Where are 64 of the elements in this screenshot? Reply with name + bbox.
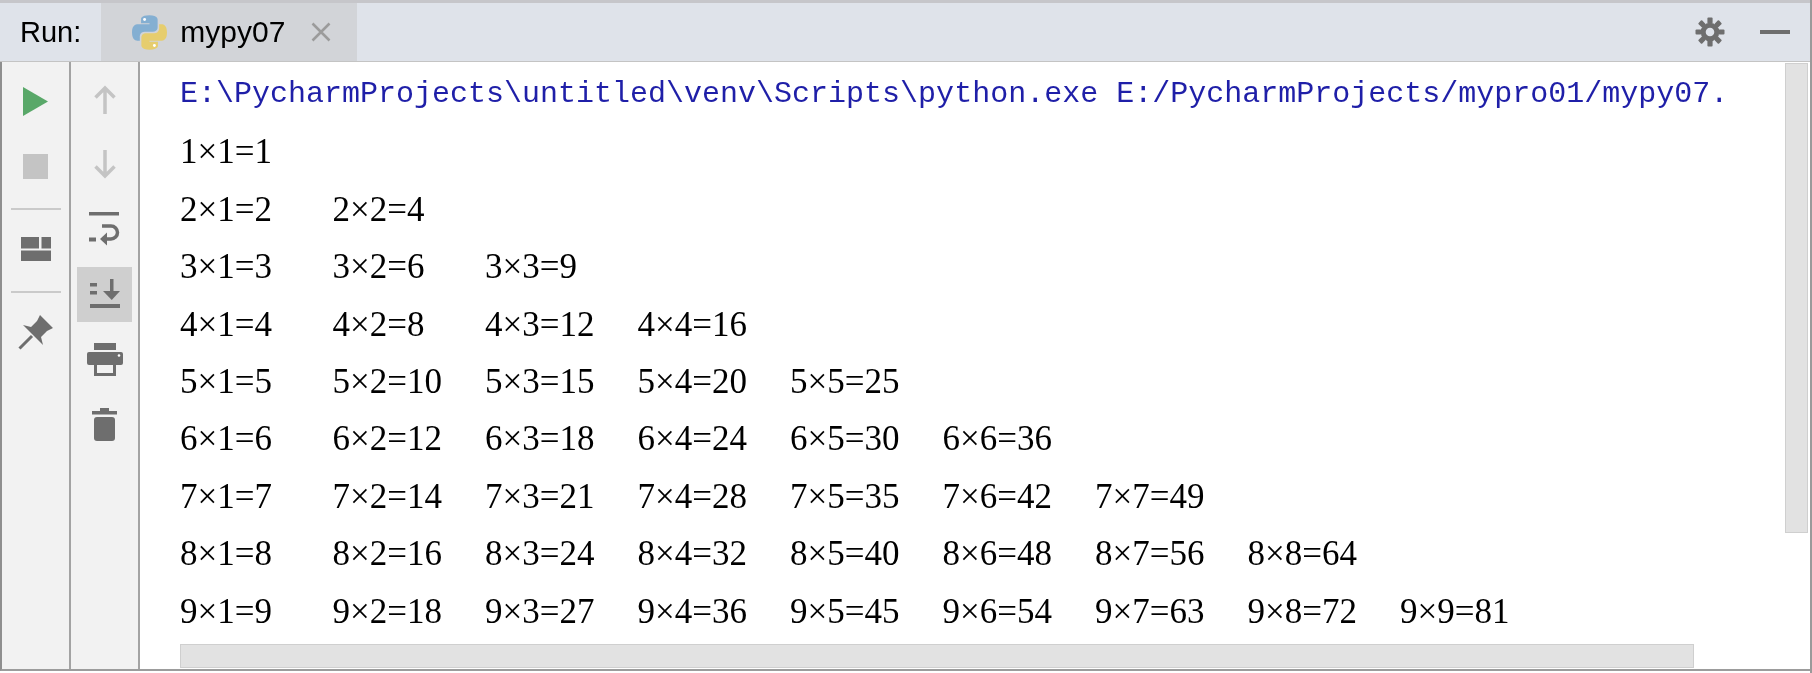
output-text: 5×3=15 xyxy=(485,360,595,403)
output-text: 6×6=36 xyxy=(942,418,1052,461)
output-text: 8×2=16 xyxy=(332,533,442,576)
horizontal-scrollbar[interactable] xyxy=(180,644,1694,668)
output-text: 4×1=4 xyxy=(180,303,272,346)
output-text: 5×1=5 xyxy=(180,360,272,403)
output-text: 9×6=54 xyxy=(942,590,1052,633)
output-text: 6×4=24 xyxy=(637,418,747,461)
output-text: 9×8=72 xyxy=(1247,590,1357,633)
output-text: 8×5=40 xyxy=(790,533,900,576)
output-text: 9×4=36 xyxy=(637,590,747,633)
output-text: 5×5=25 xyxy=(790,360,900,403)
output-text: 7×4=28 xyxy=(637,475,747,518)
vertical-scrollbar[interactable] xyxy=(1785,63,1808,533)
layout-icon xyxy=(20,237,51,261)
output-text: 9×1=9 xyxy=(180,590,272,633)
output-text: 3×2=6 xyxy=(332,246,425,289)
panel-title: Run: xyxy=(20,15,82,49)
output-text: 5×2=10 xyxy=(332,360,442,403)
printer-icon xyxy=(86,342,123,376)
output-text: 9×9=81 xyxy=(1400,590,1510,633)
settings-icon[interactable] xyxy=(1695,17,1725,47)
output-text: 6×5=30 xyxy=(790,418,900,461)
output-text: 5×4=20 xyxy=(637,360,747,403)
output-text: 6×3=18 xyxy=(485,418,595,461)
output-text: 1×1=1 xyxy=(180,131,272,174)
scroll-to-end-button[interactable] xyxy=(77,266,132,322)
output-text: 8×4=32 xyxy=(637,533,747,576)
output-text: 7×6=42 xyxy=(942,475,1052,518)
scroll-to-end-icon xyxy=(89,279,120,309)
down-arrow-icon xyxy=(92,149,117,179)
output-text: 8×6=48 xyxy=(942,533,1052,576)
wrap-icon xyxy=(89,211,120,247)
output-text: 8×7=56 xyxy=(1095,533,1205,576)
python-icon xyxy=(132,14,168,50)
output-text: 8×8=64 xyxy=(1247,533,1357,576)
output-text: 7×2=14 xyxy=(332,475,442,518)
output-text: 2×2=4 xyxy=(332,188,425,231)
output-text: 9×7=63 xyxy=(1095,590,1205,633)
output-text: 4×2=8 xyxy=(332,303,425,346)
output-text: 3×3=9 xyxy=(485,246,577,289)
up-arrow-icon xyxy=(92,84,117,114)
output-text: 8×1=8 xyxy=(180,533,272,576)
pin-icon xyxy=(18,314,53,350)
output-text: 4×3=12 xyxy=(485,303,595,346)
output-text: 9×2=18 xyxy=(332,590,442,633)
close-icon[interactable] xyxy=(311,22,332,42)
run-tab[interactable]: mypy07 xyxy=(101,3,358,61)
output-text: 8×3=24 xyxy=(485,533,595,576)
output-text: 2×1=2 xyxy=(180,188,272,231)
output-text: 7×3=21 xyxy=(485,475,595,518)
play-icon xyxy=(23,86,48,116)
trash-icon xyxy=(92,407,117,441)
stop-icon xyxy=(23,153,48,179)
output-text: 4×4=16 xyxy=(637,303,747,346)
output-text: 7×1=7 xyxy=(180,475,272,518)
command-line-text: E:\PycharmProjects\untitled\venv\Scripts\python.exe E:/PycharmProjects/mypro01/mypy07. xyxy=(180,76,1729,113)
output-text: 3×1=3 xyxy=(180,246,272,289)
output-text: 9×5=45 xyxy=(790,590,900,633)
output-text: 9×3=27 xyxy=(485,590,595,633)
output-text: 6×2=12 xyxy=(332,418,442,461)
output-text: 6×1=6 xyxy=(180,418,272,461)
output-text: 7×5=35 xyxy=(790,475,900,518)
output-text: 7×7=49 xyxy=(1095,475,1205,518)
